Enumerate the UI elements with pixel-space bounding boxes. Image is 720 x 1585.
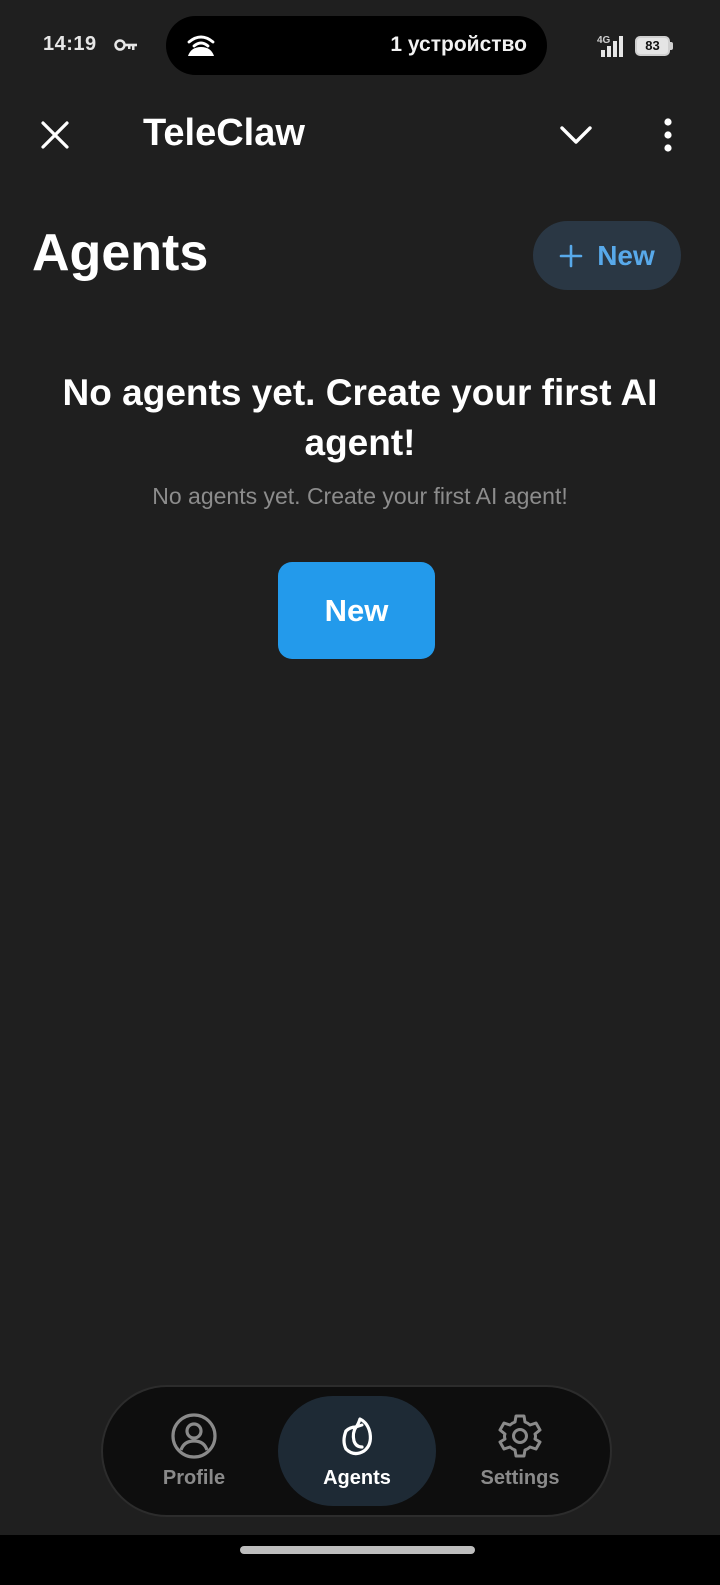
status-time: 14:19 [43, 33, 97, 55]
app-bar: TeleClaw [0, 92, 720, 178]
close-button[interactable] [28, 108, 82, 162]
nav-label-agents: Agents [323, 1467, 391, 1489]
more-vert-icon [664, 118, 672, 152]
dynamic-island[interactable]: 1 устройство [166, 16, 547, 75]
empty-state-title: No agents yet. Create your first AI agen… [62, 372, 658, 463]
battery-level: 83 [635, 36, 670, 56]
signal-icon: 4G [597, 35, 623, 57]
new-pill-label: New [597, 239, 655, 271]
collapse-button[interactable] [549, 108, 603, 162]
nav-label-profile: Profile [162, 1467, 226, 1489]
nav-item-profile[interactable]: Profile [114, 1387, 274, 1515]
app-title: TeleClaw [143, 112, 305, 154]
new-agent-button[interactable]: New [278, 562, 435, 659]
agents-icon [342, 1417, 372, 1456]
bottom-nav: Profile Agents Settings [101, 1385, 612, 1517]
gesture-area [0, 1535, 720, 1585]
new-agent-pill-button[interactable]: New [533, 221, 681, 290]
close-icon [41, 121, 69, 149]
svg-text:4G: 4G [597, 35, 611, 46]
more-options-button[interactable] [648, 108, 688, 162]
nav-item-settings[interactable]: Settings [440, 1387, 600, 1515]
home-gesture-handle[interactable] [240, 1546, 475, 1554]
status-bar: 14:19 1 устройство 4G 83 [0, 0, 720, 92]
island-device-count: 1 устройство [390, 33, 527, 56]
settings-icon [498, 1414, 542, 1458]
nav-item-agents[interactable]: Agents [277, 1387, 437, 1515]
page-title: Agents [32, 224, 209, 282]
plus-icon [559, 244, 583, 267]
battery-tip [670, 42, 673, 50]
battery-icon: 83 [635, 36, 673, 56]
profile-icon [171, 1413, 217, 1459]
key-icon [114, 39, 137, 51]
empty-state-subtitle: No agents yet. Create your first AI agen… [152, 483, 568, 509]
nav-label-settings: Settings [480, 1467, 560, 1489]
chevron-down-icon [560, 126, 592, 144]
hotspot-icon [187, 35, 215, 56]
